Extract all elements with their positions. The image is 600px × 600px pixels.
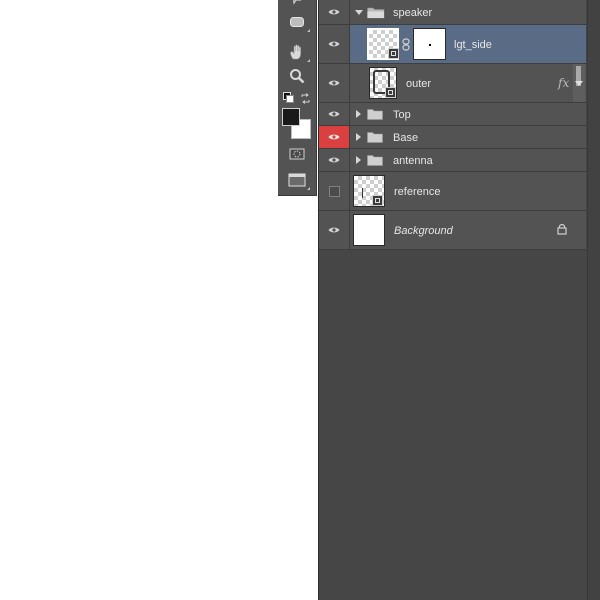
layer-name: outer <box>406 78 432 90</box>
eye-icon <box>328 41 340 47</box>
rounded-rectangle-tool-icon[interactable] <box>284 12 310 32</box>
visibility-toggle[interactable] <box>319 172 350 210</box>
default-colors-icon[interactable] <box>283 92 294 103</box>
swap-colors-icon[interactable] <box>300 91 311 109</box>
layer-row-antenna[interactable]: antenna <box>319 149 586 172</box>
layers-panel: speaker lgt_side outer fx Top Base anten… <box>318 0 600 600</box>
folder-icon <box>367 109 383 120</box>
layer-mask-thumbnail[interactable] <box>413 28 446 60</box>
folder-icon <box>367 132 383 143</box>
layer-row-base[interactable]: Base <box>319 126 586 149</box>
tools-panel <box>278 0 317 196</box>
eye-icon <box>328 227 340 233</box>
expand-arrow-icon[interactable] <box>356 133 361 141</box>
layer-thumbnail <box>353 214 385 246</box>
visibility-toggle[interactable] <box>319 126 350 148</box>
layer-name: Background <box>394 225 453 237</box>
foreground-color-swatch[interactable] <box>282 108 300 126</box>
layer-name: speaker <box>393 7 433 19</box>
quick-mask-icon[interactable] <box>284 144 310 164</box>
smart-object-icon <box>385 87 396 98</box>
effects-expand-toggle[interactable] <box>573 64 585 102</box>
expand-arrow-icon[interactable] <box>356 156 361 164</box>
eye-icon <box>328 134 340 140</box>
move-tool-icon[interactable] <box>284 0 310 8</box>
zoom-tool-icon[interactable] <box>284 66 310 86</box>
visibility-toggle[interactable] <box>319 0 350 24</box>
layer-row-outer[interactable]: outer fx <box>319 64 586 103</box>
lock-icon <box>557 224 567 235</box>
smart-object-icon <box>388 48 399 59</box>
layer-name: Base <box>393 132 419 144</box>
hidden-visibility-box <box>328 185 340 197</box>
layer-row-lgt-side[interactable]: lgt_side <box>319 25 586 64</box>
document-canvas[interactable] <box>0 0 318 600</box>
visibility-toggle[interactable] <box>319 25 350 63</box>
layer-row-reference[interactable]: reference <box>319 172 586 211</box>
visibility-toggle[interactable] <box>319 64 350 102</box>
expand-arrow-icon[interactable] <box>356 110 361 118</box>
layer-name: lgt_side <box>454 39 492 51</box>
eye-icon <box>328 157 340 163</box>
layer-row-background[interactable]: Background <box>319 211 586 250</box>
effects-fx-icon[interactable]: fx <box>558 76 569 90</box>
link-icon[interactable] <box>402 38 410 51</box>
layer-name: antenna <box>393 155 433 167</box>
layer-name: Top <box>393 109 411 121</box>
layers-scrollbar[interactable] <box>587 0 600 600</box>
visibility-toggle[interactable] <box>319 149 350 171</box>
collapse-arrow-icon[interactable] <box>355 10 363 15</box>
open-folder-icon <box>367 7 385 19</box>
layer-row-speaker[interactable]: speaker <box>319 0 586 25</box>
layer-name: reference <box>394 186 441 198</box>
eye-icon <box>328 9 340 15</box>
eye-icon <box>328 111 340 117</box>
folder-icon <box>367 155 383 166</box>
screen-mode-icon[interactable] <box>284 170 310 190</box>
eye-icon <box>328 80 340 86</box>
visibility-toggle[interactable] <box>319 211 350 249</box>
smart-object-icon <box>372 195 383 206</box>
hand-tool-icon[interactable] <box>284 42 310 62</box>
visibility-toggle[interactable] <box>319 103 350 125</box>
layer-row-top[interactable]: Top <box>319 103 586 126</box>
